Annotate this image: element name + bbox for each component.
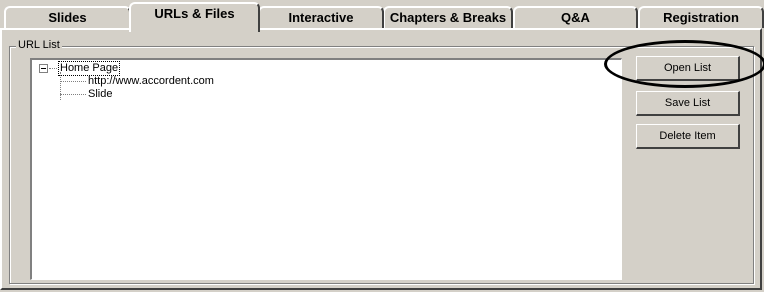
tree-connector <box>60 72 61 100</box>
delete-item-button[interactable]: Delete Item <box>636 124 740 149</box>
collapse-icon[interactable] <box>39 64 48 73</box>
tab-chapters-breaks[interactable]: Chapters & Breaks <box>383 6 513 28</box>
tab-slides[interactable]: Slides <box>4 6 131 28</box>
tree-node-url[interactable]: http://www.accordent.com <box>88 75 214 88</box>
tree-node-slide[interactable]: Slide <box>88 88 112 101</box>
tab-strip: Slides Q&A Registration Chapters & Break… <box>0 0 764 32</box>
tab-urls-files[interactable]: URLs & Files <box>129 2 260 32</box>
tab-registration[interactable]: Registration <box>638 6 764 28</box>
tree-node-home-page[interactable]: Home Page <box>58 61 121 76</box>
save-list-button[interactable]: Save List <box>636 91 740 116</box>
tree-connector <box>49 68 57 69</box>
open-list-button[interactable]: Open List <box>636 56 740 81</box>
tree-connector <box>60 81 86 82</box>
url-tree-view[interactable]: Home Page http://www.accordent.com Slide <box>30 58 622 280</box>
url-list-legend: URL List <box>16 39 62 52</box>
tab-qa[interactable]: Q&A <box>513 6 638 28</box>
tab-interactive[interactable]: Interactive <box>258 6 384 28</box>
tree-connector <box>60 94 86 95</box>
